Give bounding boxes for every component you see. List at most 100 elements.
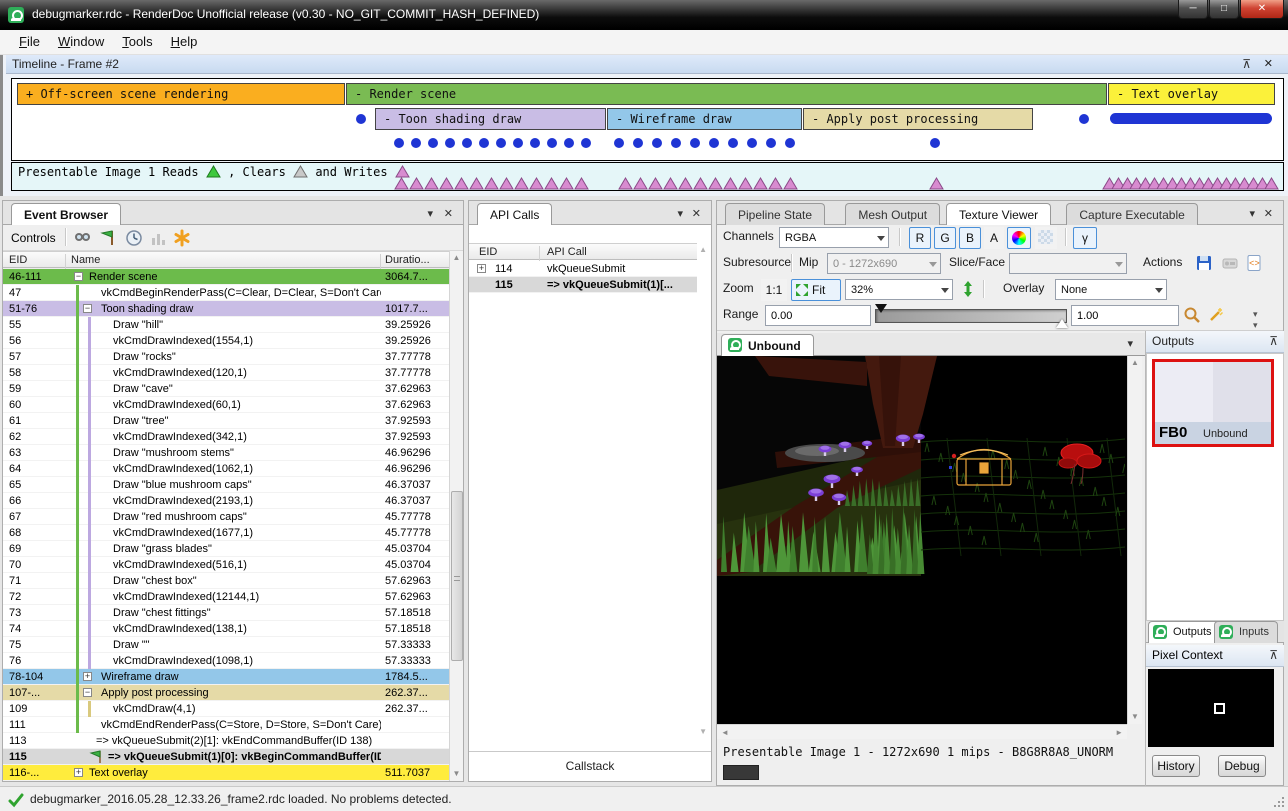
event-row[interactable]: 74vkCmdDrawIndexed(138,1)57.18518 (3, 621, 449, 637)
event-row[interactable]: 69Draw "grass blades"45.03704 (3, 541, 449, 557)
tab-inputs[interactable]: Inputs (1214, 621, 1278, 643)
timeline-event-dot[interactable] (930, 138, 940, 148)
timeline-event-dot[interactable] (394, 138, 404, 148)
write-marker-triangle[interactable] (439, 177, 454, 190)
resize-grip[interactable] (1273, 796, 1286, 809)
write-marker-triangle[interactable] (544, 177, 559, 190)
event-row[interactable]: 68vkCmdDrawIndexed(1677,1)45.77778 (3, 525, 449, 541)
event-row[interactable]: 71Draw "chest box"57.62963 (3, 573, 449, 589)
mip-select[interactable]: 0 - 1272x690 (827, 253, 941, 274)
event-row[interactable]: 70vkCmdDrawIndexed(516,1)45.03704 (3, 557, 449, 573)
overlay-select[interactable]: None (1055, 279, 1167, 300)
api-call-row[interactable]: 115=> vkQueueSubmit(1)[... (469, 277, 697, 293)
red-channel-button[interactable]: R (909, 227, 931, 249)
menu-window[interactable]: Window (49, 30, 113, 49)
event-row[interactable]: 61Draw "tree"37.92593 (3, 413, 449, 429)
zoom-level-select[interactable]: 32% (845, 279, 953, 300)
pin-icon[interactable]: ⊼ (1269, 334, 1278, 348)
range-max-input[interactable]: 1.00 (1071, 305, 1179, 326)
timeline-bar[interactable]: - Text overlay (1108, 83, 1275, 105)
event-row[interactable]: 113=> vkQueueSubmit(2)[1]: vkEndCommandB… (3, 733, 449, 749)
timeline-event-dot[interactable] (614, 138, 624, 148)
timeline-event-dot[interactable] (785, 138, 795, 148)
timeline-event-dot[interactable] (356, 114, 366, 124)
tab-mesh-output[interactable]: Mesh Output (845, 203, 940, 225)
write-marker-triangle[interactable] (929, 177, 944, 190)
event-row[interactable]: 64vkCmdDrawIndexed(1062,1)46.96296 (3, 461, 449, 477)
tab-outputs[interactable]: Outputs (1148, 621, 1221, 643)
texture-vscrollbar[interactable]: ▲ ▼ (1127, 356, 1142, 724)
asterisk-icon[interactable] (173, 229, 191, 247)
event-row[interactable]: 66vkCmdDrawIndexed(2193,1)46.37037 (3, 493, 449, 509)
green-channel-button[interactable]: G (934, 227, 956, 249)
close-icon[interactable]: ✕ (444, 207, 453, 220)
range-white-handle[interactable] (1056, 319, 1068, 328)
alpha-channel-button[interactable]: A (984, 227, 1004, 249)
code-icon[interactable]: <> (1245, 254, 1263, 272)
range-min-input[interactable]: 0.00 (765, 305, 871, 326)
tab-pipeline-state[interactable]: Pipeline State (725, 203, 825, 225)
chevron-down-icon[interactable]: ▾ (1249, 207, 1255, 220)
tab-api-calls[interactable]: API Calls (477, 203, 552, 225)
zoom-1-1-button[interactable]: 1:1 (761, 279, 787, 301)
menu-tools[interactable]: Tools (113, 30, 161, 49)
event-row[interactable]: 72vkCmdDrawIndexed(12144,1)57.62963 (3, 589, 449, 605)
write-marker-triangle[interactable] (559, 177, 574, 190)
write-marker-triangle[interactable] (768, 177, 783, 190)
event-row[interactable]: 59Draw "cave"37.62963 (3, 381, 449, 397)
timeline-event-dot[interactable] (747, 138, 757, 148)
write-marker-triangle[interactable] (633, 177, 648, 190)
timeline-event-dot[interactable] (547, 138, 557, 148)
write-marker-triangle[interactable] (409, 177, 424, 190)
event-row[interactable]: 109vkCmdDraw(4,1)262.37... (3, 701, 449, 717)
pixel-context-view[interactable] (1148, 669, 1274, 747)
fit-button[interactable]: Fit (791, 279, 841, 301)
event-row[interactable]: 116-...+Text overlay511.7037 (3, 765, 449, 781)
write-marker-triangle[interactable] (484, 177, 499, 190)
timeline-event-dot[interactable] (1079, 114, 1089, 124)
pin-icon[interactable]: ⊼ (1269, 648, 1278, 662)
find-icon[interactable] (73, 229, 91, 247)
timeline-event-dot[interactable] (428, 138, 438, 148)
minimize-button[interactable]: ─ (1178, 0, 1208, 19)
gamma-button[interactable]: γ (1073, 227, 1097, 249)
timeline-event-dot[interactable] (728, 138, 738, 148)
tree-expander-icon[interactable]: + (83, 672, 92, 681)
write-marker-triangle[interactable] (663, 177, 678, 190)
write-marker-triangle[interactable] (678, 177, 693, 190)
slice-face-select[interactable] (1009, 253, 1127, 274)
write-marker-triangle[interactable] (648, 177, 663, 190)
event-row[interactable]: 58vkCmdDrawIndexed(120,1)37.77778 (3, 365, 449, 381)
event-row[interactable]: 62vkCmdDrawIndexed(342,1)37.92593 (3, 429, 449, 445)
event-scrollbar[interactable]: ▲ ▼ (449, 251, 463, 781)
api-table-header[interactable]: EID API Call (469, 243, 697, 260)
event-row[interactable]: 60vkCmdDrawIndexed(60,1)37.62963 (3, 397, 449, 413)
write-marker-triangle[interactable] (394, 177, 409, 190)
event-row[interactable]: 51-76−Toon shading draw1017.7... (3, 301, 449, 317)
write-marker-triangle[interactable] (783, 177, 798, 190)
write-marker-triangle[interactable] (499, 177, 514, 190)
timeline-event-dot[interactable] (581, 138, 591, 148)
timeline-event-dot[interactable] (462, 138, 472, 148)
event-row[interactable]: 55Draw "hill"39.25926 (3, 317, 449, 333)
tree-expander-icon[interactable]: + (74, 768, 83, 777)
tab-unbound-texture[interactable]: Unbound (721, 334, 814, 356)
timeline-bar[interactable]: - Wireframe draw (607, 108, 802, 130)
timeline-event-dot[interactable] (564, 138, 574, 148)
timeline-event-dot[interactable] (411, 138, 421, 148)
timeline-event-dot[interactable] (530, 138, 540, 148)
timeline-event-dot[interactable] (633, 138, 643, 148)
scroll-up-icon[interactable]: ▲ (699, 245, 707, 254)
magnifier-icon[interactable] (1183, 306, 1201, 324)
api-table[interactable]: +114vkQueueSubmit115=> vkQueueSubmit(1)[… (469, 261, 697, 741)
timeline-bar[interactable]: - Apply post processing (803, 108, 1033, 130)
event-row[interactable]: 46-111−Render scene3064.7... (3, 269, 449, 285)
checkerboard-button[interactable] (1035, 227, 1057, 249)
write-marker-triangle[interactable] (424, 177, 439, 190)
channels-select[interactable]: RGBA (779, 227, 889, 248)
timeline-track[interactable]: + Off-screen scene rendering- Render sce… (11, 78, 1284, 161)
blue-channel-button[interactable]: B (959, 227, 981, 249)
texture-hscrollbar[interactable]: ◄ ► (717, 724, 1127, 739)
tree-expander-icon[interactable]: + (477, 264, 486, 273)
pin-icon[interactable]: ⊼ (1242, 57, 1251, 71)
